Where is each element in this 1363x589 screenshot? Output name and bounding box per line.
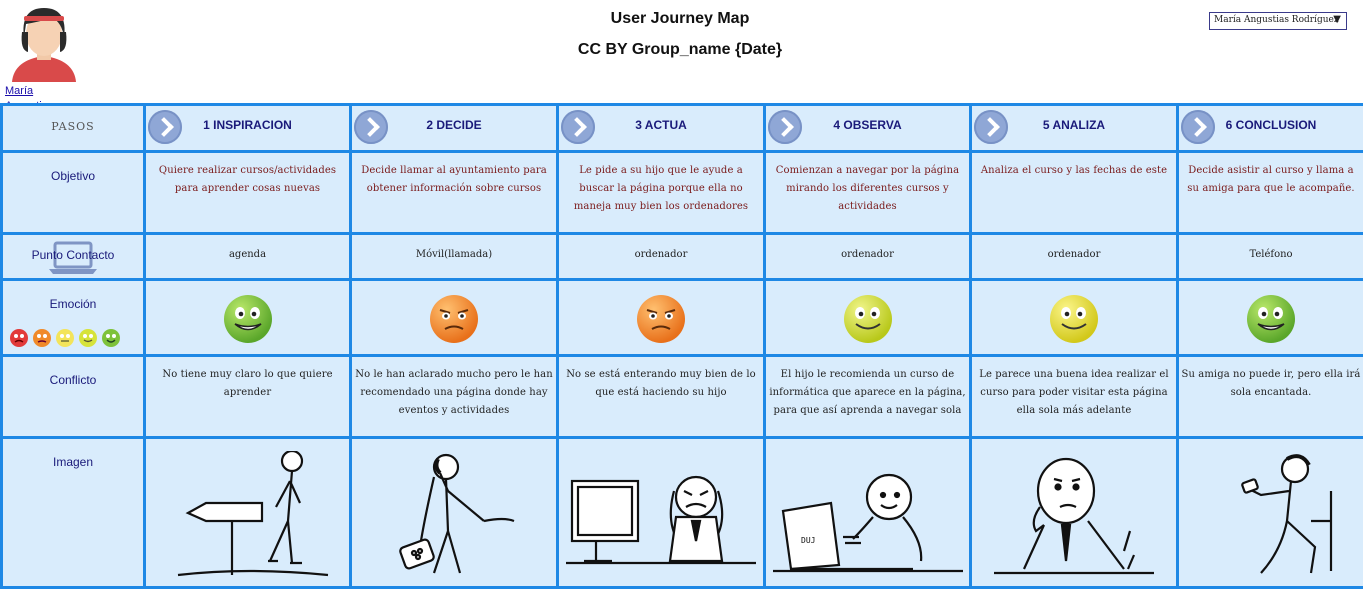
user-avatar bbox=[12, 8, 76, 82]
annoyed-face-icon bbox=[33, 329, 51, 347]
happy-face-icon bbox=[102, 329, 120, 347]
conflicto-cell: No tiene muy claro lo que quiere aprende… bbox=[143, 354, 352, 439]
row-pasos: PASOS 1 INSPIRACION 2 DECIDE 3 ACTUA 4 O… bbox=[0, 103, 1363, 153]
contacto-cell: ordenador bbox=[969, 232, 1179, 281]
neutral-face-icon bbox=[56, 329, 74, 347]
objetivo-cell: Quiere realizar cursos/actividades para … bbox=[143, 150, 352, 235]
imagen-cell bbox=[349, 436, 559, 589]
user-select-value: María Angustias Rodríguez bbox=[1214, 15, 1339, 25]
content-face-icon bbox=[843, 295, 892, 343]
imagen-cell bbox=[969, 436, 1179, 589]
chevron-down-icon: ▼ bbox=[1333, 14, 1341, 25]
chevron-right-icon[interactable] bbox=[974, 110, 1008, 144]
person-frustrated-at-computer-illustration bbox=[566, 475, 756, 565]
row-label-objetivo: Objetivo bbox=[0, 150, 146, 235]
imagen-cell: DUJ bbox=[763, 436, 972, 589]
row-emocion: Emoción bbox=[0, 278, 1363, 357]
person-walking-with-signpost-illustration bbox=[177, 451, 328, 577]
user-select-dropdown[interactable]: María Angustias Rodríguez ▼ bbox=[1209, 12, 1347, 30]
row-label-conflicto: Conflicto bbox=[0, 354, 146, 439]
emocion-cell bbox=[969, 278, 1179, 357]
chevron-right-icon[interactable] bbox=[1181, 110, 1215, 144]
contacto-cell: agenda bbox=[143, 232, 352, 281]
chevron-right-icon[interactable] bbox=[768, 110, 802, 144]
row-label-pasos: PASOS bbox=[0, 103, 146, 153]
imagen-cell bbox=[143, 436, 352, 589]
row-imagen: Imagen DUJ bbox=[0, 436, 1363, 589]
very-angry-face-icon bbox=[10, 329, 28, 347]
conflicto-cell: Le parece una buena idea realizar el cur… bbox=[969, 354, 1179, 439]
page-title: User Journey Map bbox=[610, 10, 750, 27]
emocion-cell bbox=[763, 278, 972, 357]
row-conflicto: Conflicto No tiene muy claro lo que quie… bbox=[0, 354, 1363, 439]
page-subtitle: CC BY Group_name {Date} bbox=[577, 41, 783, 58]
chevron-right-icon[interactable] bbox=[354, 110, 388, 144]
contacto-cell: Teléfono bbox=[1176, 232, 1363, 281]
objetivo-cell: Analiza el curso y las fechas de este bbox=[969, 150, 1179, 235]
happy-face-icon bbox=[1247, 295, 1295, 343]
conflicto-cell: No se está enterando muy bien de lo que … bbox=[556, 354, 766, 439]
person-looking-at-phone-illustration bbox=[1241, 454, 1333, 574]
contacto-cell: Móvil(llamada) bbox=[349, 232, 559, 281]
content-face-icon bbox=[79, 329, 97, 347]
objetivo-cell: Comienzan a navegar por la página mirand… bbox=[763, 150, 972, 235]
chevron-right-icon[interactable] bbox=[148, 110, 182, 144]
contacto-cell: ordenador bbox=[556, 232, 766, 281]
step-header-6: 6 CONCLUSION bbox=[1176, 103, 1363, 153]
objetivo-cell: Decide asistir al curso y llama a su ami… bbox=[1176, 150, 1363, 235]
person-thinking-illustration bbox=[994, 457, 1154, 575]
annoyed-face-icon bbox=[637, 295, 685, 343]
row-objetivo: Objetivo Quiere realizar cursos/activida… bbox=[0, 150, 1363, 235]
emocion-cell bbox=[349, 278, 559, 357]
emocion-cell bbox=[1176, 278, 1363, 357]
imagen-cell bbox=[1176, 436, 1363, 589]
step-header-4: 4 OBSERVA bbox=[763, 103, 972, 153]
step-header-5: 5 ANALIZA bbox=[969, 103, 1179, 153]
row-punto-contacto: Punto Contacto agenda Móvil(llamada) ord… bbox=[0, 232, 1363, 281]
content-face-icon bbox=[1050, 295, 1098, 343]
objetivo-cell: Le pide a su hijo que le ayude a buscar … bbox=[556, 150, 766, 235]
person-on-phone-illustration bbox=[399, 453, 515, 574]
step-header-1: 1 INSPIRACION bbox=[143, 103, 352, 153]
row-label-imagen: Imagen bbox=[0, 436, 146, 589]
journey-map-table: PASOS 1 INSPIRACION 2 DECIDE 3 ACTUA 4 O… bbox=[0, 103, 1363, 589]
conflicto-cell: Su amiga no puede ir, pero ella irá sola… bbox=[1176, 354, 1363, 439]
annoyed-face-icon bbox=[430, 295, 478, 343]
step-header-2: 2 DECIDE bbox=[349, 103, 559, 153]
svg-text:DUJ: DUJ bbox=[801, 536, 815, 545]
contacto-cell: ordenador bbox=[763, 232, 972, 281]
objetivo-cell: Decide llamar al ayuntamiento para obten… bbox=[349, 150, 559, 235]
person-using-laptop-illustration: DUJ bbox=[772, 473, 963, 573]
conflicto-cell: No le han aclarado mucho pero le han rec… bbox=[349, 354, 559, 439]
row-label-emocion: Emoción bbox=[0, 278, 146, 357]
emocion-cell bbox=[143, 278, 352, 357]
emotion-scale bbox=[9, 328, 121, 348]
happy-face-icon bbox=[223, 295, 272, 343]
row-label-punto-contacto: Punto Contacto bbox=[0, 232, 146, 281]
conflicto-cell: El hijo le recomienda un curso de inform… bbox=[763, 354, 972, 439]
chevron-right-icon[interactable] bbox=[561, 110, 595, 144]
emocion-cell bbox=[556, 278, 766, 357]
imagen-cell bbox=[556, 436, 766, 589]
step-header-3: 3 ACTUA bbox=[556, 103, 766, 153]
